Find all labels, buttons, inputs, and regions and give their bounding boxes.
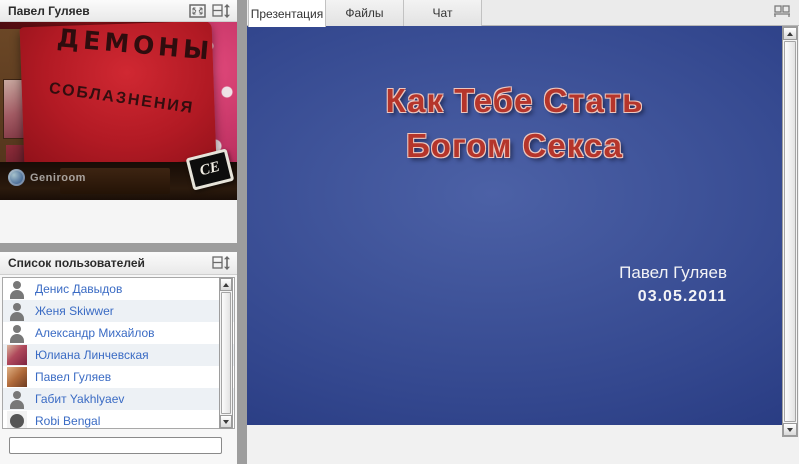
list-item[interactable]: Александр Михайлов [3, 322, 234, 344]
webinar-app: { "video_panel": { "title": "Павел Гуляе… [0, 0, 799, 464]
user-list-panel: Список пользователей Денис Давыдов [0, 252, 237, 464]
video-panel-footer [0, 200, 237, 243]
slide-author: Павел Гуляев [619, 262, 727, 284]
list-item[interactable]: Женя Skiwwer [3, 300, 234, 322]
tab-label: Презентация [251, 7, 324, 21]
user-list-scrollbar[interactable] [219, 277, 233, 429]
layout-icon[interactable] [773, 5, 791, 19]
slide-title-line2: Богом Секса [247, 123, 782, 168]
slide-title-line1: Как Тебе Стать [247, 78, 782, 123]
slide-date: 03.05.2011 [619, 284, 727, 310]
user-name[interactable]: Женя Skiwwer [35, 304, 114, 318]
tab-files[interactable]: Файлы [326, 0, 404, 26]
list-item[interactable]: Габит Yakhlyaev [3, 388, 234, 410]
slide-title: Как Тебе Стать Богом Секса [247, 78, 782, 168]
scroll-down-button[interactable] [220, 415, 232, 428]
scroll-down-button[interactable] [783, 423, 797, 436]
user-list-footer [0, 429, 237, 464]
user-list-header: Список пользователей [0, 252, 237, 275]
list-item[interactable]: Robi Bengal [3, 410, 234, 429]
user-name[interactable]: Александр Михайлов [35, 326, 155, 340]
arrow-up-icon [787, 32, 793, 36]
presentation-scrollbar[interactable] [782, 26, 798, 437]
tab-label: Чат [433, 6, 453, 20]
user-name[interactable]: Денис Давыдов [35, 282, 122, 296]
scroll-up-button[interactable] [220, 278, 232, 291]
user-avatar-icon [7, 323, 27, 343]
user-name[interactable]: Габит Yakhlyaev [35, 392, 124, 406]
list-item[interactable]: Юлиана Линчевская [3, 344, 234, 366]
panel-resize-icon[interactable] [212, 256, 231, 270]
user-name[interactable]: Юлиана Линчевская [35, 348, 149, 362]
list-item[interactable]: Павел Гуляев [3, 366, 234, 388]
panel-resize-icon[interactable] [212, 4, 231, 18]
webcam-video: ДЕМОНЫ СОБЛАЗНЕНИЯ СЕ Geniroom [0, 22, 237, 200]
geniroom-watermark: Geniroom [8, 169, 86, 186]
tab-presentation[interactable]: Презентация [248, 0, 326, 27]
user-list-title: Список пользователей [8, 256, 212, 270]
user-list-input[interactable] [9, 437, 222, 454]
arrow-down-icon [223, 420, 229, 424]
user-avatar-icon [7, 389, 27, 409]
video-panel-title: Павел Гуляев [8, 4, 189, 18]
scroll-up-button[interactable] [783, 27, 797, 40]
tab-bar: Презентация Файлы Чат [247, 0, 799, 26]
video-panel: Павел Гуляев [0, 0, 237, 243]
user-list: Денис Давыдов Женя Skiwwer Александр Мих… [2, 277, 235, 429]
slide-credit: Павел Гуляев 03.05.2011 [619, 262, 727, 310]
user-avatar-photo [7, 367, 27, 387]
user-list-controls [212, 256, 231, 270]
geniroom-logo-icon [8, 169, 25, 186]
video-panel-controls [189, 4, 231, 18]
user-avatar-photo [7, 345, 27, 365]
list-item[interactable]: Денис Давыдов [3, 278, 234, 300]
user-name[interactable]: Robi Bengal [35, 414, 100, 428]
arrow-up-icon [223, 283, 229, 287]
user-name[interactable]: Павел Гуляев [35, 370, 111, 384]
fullscreen-icon[interactable] [189, 4, 206, 18]
video-panel-header: Павел Гуляев [0, 0, 237, 22]
left-column: Павел Гуляев [0, 0, 237, 464]
tab-label: Файлы [345, 6, 383, 20]
scrollbar-thumb[interactable] [784, 41, 796, 422]
content-panel: Презентация Файлы Чат Как Тебе Стать Бог… [247, 0, 799, 464]
geniroom-watermark-text: Geniroom [30, 172, 86, 184]
user-avatar-icon [7, 301, 27, 321]
user-avatar-icon [7, 279, 27, 299]
presentation-slide: Как Тебе Стать Богом Секса Павел Гуляев … [247, 26, 782, 425]
user-avatar-photo [7, 411, 27, 429]
tab-chat[interactable]: Чат [404, 0, 482, 26]
scrollbar-thumb[interactable] [221, 292, 231, 414]
arrow-down-icon [787, 428, 793, 432]
presentation-footer [247, 425, 782, 464]
